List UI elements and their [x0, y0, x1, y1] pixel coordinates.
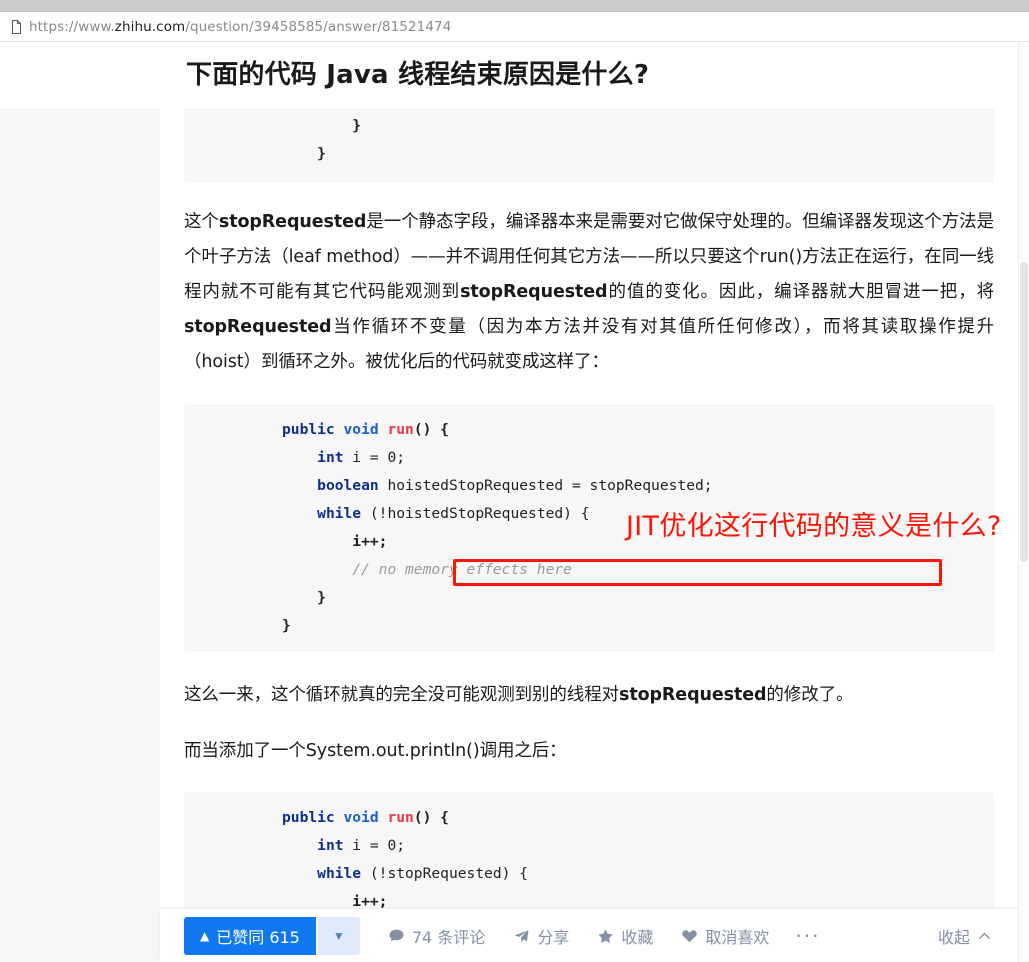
upvote-label: 已赞同 615: [216, 927, 300, 947]
code-l3-rest: hoistedStopRequested = stopRequested;: [378, 477, 713, 494]
chevron-up-icon: [977, 929, 992, 943]
code-top-text: } }: [317, 117, 362, 162]
page-scrollbar-track[interactable]: [1018, 42, 1029, 962]
share-label: 分享: [537, 927, 570, 947]
url-path: /question/39458585/answer/81521474: [185, 18, 452, 35]
code-kw-void: void: [343, 421, 379, 438]
code2-fn-run: run: [387, 809, 414, 826]
code-l2-rest: i = 0;: [343, 449, 406, 466]
code-fn-run: run: [387, 421, 414, 438]
paragraph-explanation-2: 这么一来，这个循环就真的完全没可能观测到别的线程对stopRequested的修…: [184, 678, 994, 713]
p2-seg-c: 的修改了。: [766, 685, 854, 705]
code-l4-rest: (!hoistedStopRequested) {: [361, 505, 590, 522]
code2-kw-public: public: [282, 809, 335, 826]
code-l7-brace: }: [282, 589, 326, 606]
comment-button[interactable]: 74 条评论: [388, 924, 485, 948]
share-button[interactable]: 分享: [513, 924, 569, 948]
url-scheme: https://www.: [29, 18, 115, 35]
code2-l3-rest: (!stopRequested) {: [361, 865, 529, 882]
unlike-button[interactable]: 取消喜欢: [681, 924, 769, 948]
code2-l1-rest: () {: [413, 809, 449, 826]
p1-code-term-2: stopRequested: [460, 282, 608, 302]
favorite-label: 收藏: [621, 927, 654, 947]
question-header: 下面的代码 Java 线程结束原因是什么?: [0, 42, 1029, 108]
collapse-button[interactable]: 收起: [938, 924, 992, 948]
page-viewport: 下面的代码 Java 线程结束原因是什么? } } 这个stopRequeste…: [0, 42, 1029, 962]
code-kw-while: while: [317, 505, 362, 522]
code2-kw-int: int: [317, 837, 344, 854]
code-block-top: } }: [184, 108, 994, 183]
code-kw-boolean: boolean: [317, 477, 379, 494]
paragraph-explanation-3: 而当添加了一个System.out.println()调用之后：: [184, 741, 567, 761]
triangle-up-icon: ▲: [200, 928, 210, 943]
share-paperplane-icon: [513, 928, 530, 944]
answer-actionbar: ▲ 已赞同 615 ▼ 74 条评论 分享 收藏 取消喜欢 ··· 收起: [160, 908, 1018, 962]
star-icon: [597, 928, 614, 944]
page-scrollbar-thumb[interactable]: [1020, 262, 1028, 562]
favorite-button[interactable]: 收藏: [597, 924, 653, 948]
collapse-label: 收起: [937, 927, 970, 947]
code-l5-increment: i++;: [282, 533, 388, 550]
code-l8-brace: }: [282, 617, 291, 634]
p1-seg-e: 的值的变化。因此，编译器就大胆冒进一把，将: [607, 282, 995, 302]
p1-seg-a: 这个: [184, 212, 219, 232]
browser-tabstrip[interactable]: [0, 0, 1029, 12]
heart-icon: [681, 928, 698, 944]
comment-bubble-icon: [388, 928, 405, 944]
page-document-icon: [3, 18, 29, 36]
upvote-button[interactable]: ▲ 已赞同 615: [184, 916, 316, 955]
downvote-button[interactable]: ▼: [317, 916, 360, 955]
more-actions-button[interactable]: ···: [795, 924, 820, 948]
code2-kw-void: void: [343, 809, 379, 826]
browser-address-bar[interactable]: https://www.zhihu.com/question/39458585/…: [0, 12, 1029, 42]
p2-seg-a: 这么一来，这个循环就真的完全没可能观测到别的线程对: [184, 685, 619, 705]
page-title: 下面的代码 Java 线程结束原因是什么?: [186, 60, 650, 90]
code-l1-rest: () {: [413, 421, 449, 438]
code2-kw-while: while: [317, 865, 362, 882]
ellipsis-icon: ···: [795, 923, 821, 948]
annotation-question-text: JIT优化这行代码的意义是什么?: [626, 511, 1002, 542]
code2-l2-rest: i = 0;: [343, 837, 406, 854]
paragraph-explanation-1: 这个stopRequested是一个静态字段，编译器本来是需要对它做保守处理的。…: [184, 205, 994, 380]
answer-card: } } 这个stopRequested是一个静态字段，编译器本来是需要对它做保守…: [160, 108, 1018, 962]
comment-label: 74 条评论: [411, 927, 486, 947]
p1-code-term-3: stopRequested: [184, 317, 332, 337]
code-l6-comment: // no memory effects here: [352, 561, 572, 578]
url-host: zhihu.com: [114, 18, 186, 35]
unlike-label: 取消喜欢: [705, 927, 770, 947]
p1-code-term-1: stopRequested: [218, 212, 367, 232]
triangle-down-icon: ▼: [332, 928, 345, 943]
url-text: https://www.zhihu.com/question/39458585/…: [29, 19, 451, 35]
code-kw-int: int: [317, 449, 344, 466]
p2-code-term: stopRequested: [619, 685, 767, 705]
code-kw-public: public: [282, 421, 335, 438]
